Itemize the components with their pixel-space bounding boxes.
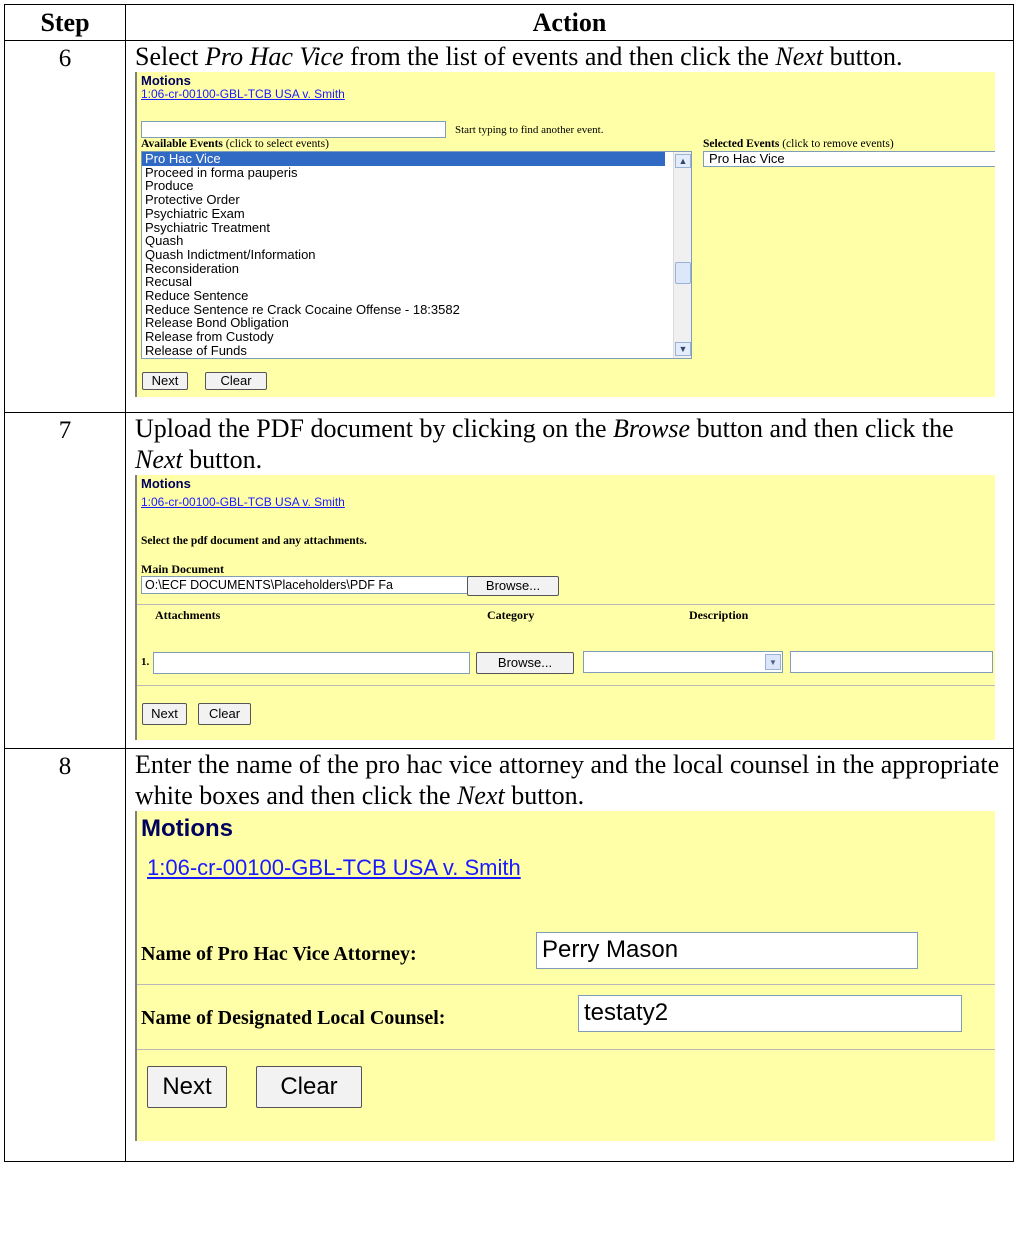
event-item[interactable]: Reduce Sentence re Crack Cocaine Offense… bbox=[142, 303, 691, 317]
selected-events-list[interactable]: Pro Hac Vice bbox=[703, 151, 995, 167]
case-link[interactable]: 1:06-cr-00100-GBL-TCB USA v. Smith bbox=[141, 87, 345, 101]
step-action: Enter the name of the pro hac vice attor… bbox=[125, 748, 1014, 1162]
counsel-label: Name of Designated Local Counsel: bbox=[141, 1007, 446, 1029]
main-document-label: Main Document bbox=[141, 562, 224, 576]
step-action: Upload the PDF document by clicking on t… bbox=[125, 412, 1014, 749]
instruction-em: Pro Hac Vice bbox=[205, 42, 344, 71]
header-row: Step Action bbox=[4, 4, 1014, 41]
instruction-em: Next bbox=[457, 781, 505, 810]
steps-table: Step Action 6 Select Pro Hac Vice from t… bbox=[4, 4, 1014, 1162]
instruction-text: button. bbox=[182, 445, 263, 474]
event-item[interactable]: Reduce Sentence bbox=[142, 289, 691, 303]
page-title: Motions bbox=[141, 476, 191, 491]
clear-button[interactable]: Clear bbox=[256, 1066, 362, 1108]
instruction-text: from the list of events and then click t… bbox=[343, 42, 776, 71]
attachment-row-number: 1. bbox=[141, 656, 150, 668]
local-counsel-field[interactable]: testaty2 bbox=[578, 995, 962, 1032]
instruction-text: button and then click the bbox=[690, 414, 954, 443]
available-events-heading: Available Events bbox=[141, 138, 223, 150]
available-events-list[interactable]: Pro Hac Vice Proceed in forma pauperis P… bbox=[141, 151, 692, 359]
step-instruction: Upload the PDF document by clicking on t… bbox=[135, 413, 1013, 475]
case-link[interactable]: 1:06-cr-00100-GBL-TCB USA v. Smith bbox=[141, 495, 345, 509]
event-selection-screen: Motions 1:06-cr-00100-GBL-TCB USA v. Smi… bbox=[135, 72, 995, 397]
event-item[interactable]: Psychiatric Treatment bbox=[142, 220, 691, 235]
category-header: Category bbox=[487, 608, 535, 622]
scroll-thumb[interactable] bbox=[675, 262, 691, 284]
section-divider bbox=[137, 604, 995, 605]
step-row: 7 Upload the PDF document by clicking on… bbox=[4, 412, 1014, 749]
description-field[interactable] bbox=[790, 651, 993, 673]
selected-events-heading: Selected Events bbox=[703, 138, 780, 150]
section-divider bbox=[137, 1049, 995, 1050]
next-button[interactable]: Next bbox=[147, 1066, 227, 1108]
scroll-down-icon[interactable]: ▼ bbox=[675, 342, 691, 356]
step-row: 8 Enter the name of the pro hac vice att… bbox=[4, 748, 1014, 1162]
clear-button[interactable]: Clear bbox=[205, 372, 267, 390]
page-title: Motions bbox=[141, 815, 233, 842]
page-title: Motions bbox=[141, 73, 191, 88]
event-item[interactable]: Release of Funds bbox=[142, 344, 691, 358]
instruction-em: Next bbox=[135, 445, 183, 474]
event-item[interactable]: Release Bond Obligation bbox=[142, 316, 691, 330]
selected-events-label: Selected Events (click to remove events) bbox=[703, 138, 894, 150]
document-upload-screen: Motions 1:06-cr-00100-GBL-TCB USA v. Smi… bbox=[135, 475, 995, 740]
step-number: 8 bbox=[4, 748, 126, 1162]
chevron-down-icon[interactable]: ▼ bbox=[765, 654, 781, 670]
event-item[interactable]: Recusal bbox=[142, 275, 691, 289]
instruction-em: Browse bbox=[613, 414, 691, 443]
category-select[interactable]: ▼ bbox=[583, 651, 783, 673]
description-header: Description bbox=[689, 608, 749, 622]
attachment-file-field[interactable] bbox=[153, 652, 470, 674]
clear-button[interactable]: Clear bbox=[198, 703, 251, 725]
events-scrollbar[interactable]: ▲ ▼ bbox=[673, 152, 691, 358]
available-events-label: Available Events (click to select events… bbox=[141, 138, 329, 150]
attorney-label: Name of Pro Hac Vice Attorney: bbox=[141, 943, 417, 965]
event-item[interactable]: Reconsideration bbox=[142, 261, 691, 276]
step-instruction: Select Pro Hac Vice from the list of eve… bbox=[135, 41, 1013, 72]
event-search-input[interactable] bbox=[141, 121, 446, 138]
event-item[interactable]: Protective Order bbox=[142, 193, 691, 207]
step-action: Select Pro Hac Vice from the list of eve… bbox=[125, 40, 1014, 413]
step-instruction: Enter the name of the pro hac vice attor… bbox=[135, 749, 1013, 811]
step-number: 7 bbox=[4, 412, 126, 749]
attorney-names-screen: Motions 1:06-cr-00100-GBL-TCB USA v. Smi… bbox=[135, 811, 995, 1141]
section-divider bbox=[137, 984, 995, 985]
instruction-text: Select bbox=[135, 42, 206, 71]
event-item[interactable]: Proceed in forma pauperis bbox=[142, 165, 691, 180]
event-item[interactable]: Pro Hac Vice bbox=[142, 152, 665, 166]
upload-instructions: Select the pdf document and any attachme… bbox=[141, 535, 367, 547]
header-step: Step bbox=[4, 4, 126, 41]
instruction-text: button. bbox=[504, 781, 585, 810]
scroll-up-icon[interactable]: ▲ bbox=[675, 154, 691, 168]
header-action: Action bbox=[125, 4, 1014, 41]
instruction-text: Upload the PDF document by clicking on t… bbox=[135, 414, 614, 443]
search-hint: Start typing to find another event. bbox=[455, 124, 604, 136]
event-item[interactable]: Quash bbox=[142, 234, 691, 248]
event-item[interactable]: Release from Custody bbox=[142, 330, 691, 344]
step-number: 6 bbox=[4, 40, 126, 413]
step-row: 6 Select Pro Hac Vice from the list of e… bbox=[4, 40, 1014, 413]
main-document-browse-button[interactable]: Browse... bbox=[467, 576, 559, 596]
main-document-field[interactable]: O:\ECF DOCUMENTS\Placeholders\PDF Fa bbox=[141, 576, 474, 594]
instruction-text: button. bbox=[823, 42, 903, 71]
event-item[interactable]: Quash Indictment/Information bbox=[142, 248, 691, 262]
instruction-em: Next bbox=[775, 42, 824, 71]
event-item[interactable]: Produce bbox=[142, 179, 691, 193]
event-item[interactable]: Psychiatric Exam bbox=[142, 207, 691, 221]
attachment-browse-button[interactable]: Browse... bbox=[476, 652, 574, 674]
next-button[interactable]: Next bbox=[142, 703, 187, 725]
attorney-name-field[interactable]: Perry Mason bbox=[536, 932, 918, 969]
available-events-hint: (click to select events) bbox=[225, 138, 329, 150]
attachments-header: Attachments bbox=[155, 608, 221, 622]
section-divider bbox=[137, 685, 995, 686]
next-button[interactable]: Next bbox=[142, 372, 188, 390]
case-link[interactable]: 1:06-cr-00100-GBL-TCB USA v. Smith bbox=[147, 855, 521, 881]
selected-events-hint: (click to remove events) bbox=[782, 138, 894, 150]
